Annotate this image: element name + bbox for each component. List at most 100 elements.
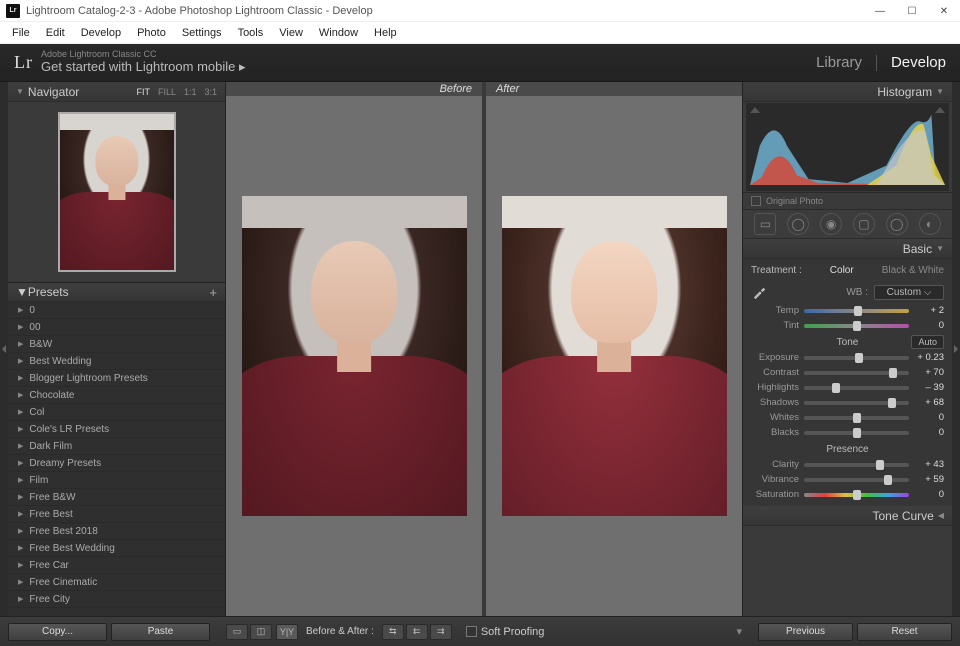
preset-folder[interactable]: ▶Film (8, 472, 225, 489)
blacks-track[interactable] (804, 431, 909, 435)
menu-tools[interactable]: Tools (230, 25, 272, 41)
nav-mode-11[interactable]: 1:1 (184, 87, 197, 97)
paste-button[interactable]: Paste (111, 623, 210, 641)
swap-button[interactable]: ⇆ (382, 624, 404, 640)
module-develop[interactable]: Develop (891, 54, 946, 71)
histogram-header[interactable]: Histogram ▼ (743, 82, 952, 102)
menu-file[interactable]: File (4, 25, 38, 41)
exposure-track[interactable] (804, 356, 909, 360)
preset-folder[interactable]: ▶Free Car (8, 557, 225, 574)
copy-button[interactable]: Copy... (8, 623, 107, 641)
preset-folder[interactable]: ▶Free City (8, 591, 225, 608)
menu-edit[interactable]: Edit (38, 25, 73, 41)
copy-after-button[interactable]: ⇉ (430, 624, 452, 640)
after-image-area[interactable] (486, 96, 742, 616)
left-edge-grip[interactable] (0, 82, 8, 616)
temp-track[interactable] (804, 309, 909, 313)
tonecurve-header[interactable]: Tone Curve ◀ (743, 506, 952, 526)
minimize-button[interactable]: — (864, 0, 896, 22)
treatment-bw[interactable]: Black & White (882, 265, 944, 276)
slider-thumb[interactable] (853, 490, 861, 500)
slider-thumb[interactable] (855, 353, 863, 363)
nav-mode-fill[interactable]: FILL (158, 87, 176, 97)
navigator-thumbnail[interactable] (58, 112, 176, 272)
highlights-track[interactable] (804, 386, 909, 390)
nav-mode-31[interactable]: 3:1 (204, 87, 217, 97)
reset-button[interactable]: Reset (857, 623, 952, 641)
checkbox-icon[interactable] (751, 196, 761, 206)
preset-folder[interactable]: ▶B&W (8, 336, 225, 353)
grad-tool[interactable]: ▢ (853, 213, 875, 235)
highlights-slider[interactable]: Highlights– 39 (751, 380, 944, 395)
temp-slider[interactable]: Temp+ 2 (751, 303, 944, 318)
toolbar-menu-icon[interactable]: ▾ (736, 625, 742, 638)
preset-folder[interactable]: ▶Free B&W (8, 489, 225, 506)
wb-dropdown[interactable]: Custom ⌵ (874, 285, 944, 300)
whites-slider[interactable]: Whites0 (751, 410, 944, 425)
slider-thumb[interactable] (884, 475, 892, 485)
soft-proofing-toggle[interactable]: Soft Proofing (466, 626, 545, 638)
preset-folder[interactable]: ▶Free Best (8, 506, 225, 523)
preset-folder[interactable]: ▶0 (8, 302, 225, 319)
treatment-color[interactable]: Color (830, 265, 854, 276)
saturation-slider[interactable]: Saturation0 (751, 487, 944, 502)
slider-thumb[interactable] (853, 321, 861, 331)
preset-folder[interactable]: ▶00 (8, 319, 225, 336)
brush-tool[interactable]: ◐ (919, 213, 941, 235)
preset-folder[interactable]: ▶Dreamy Presets (8, 455, 225, 472)
shadows-track[interactable] (804, 401, 909, 405)
menu-view[interactable]: View (271, 25, 311, 41)
before-after-lr-button[interactable]: Y|Y (276, 624, 298, 640)
spot-tool[interactable]: ◯ (787, 213, 809, 235)
vibrance-slider[interactable]: Vibrance+ 59 (751, 472, 944, 487)
slider-thumb[interactable] (853, 428, 861, 438)
preset-folder[interactable]: ▶Cole's LR Presets (8, 421, 225, 438)
preset-folder[interactable]: ▶Best Wedding (8, 353, 225, 370)
copy-before-button[interactable]: ⇇ (406, 624, 428, 640)
histogram[interactable] (746, 103, 949, 191)
close-button[interactable]: ✕ (928, 0, 960, 22)
shadow-clip-icon[interactable] (750, 107, 760, 113)
blacks-slider[interactable]: Blacks0 (751, 425, 944, 440)
slider-thumb[interactable] (832, 383, 840, 393)
contrast-track[interactable] (804, 371, 909, 375)
original-photo-toggle[interactable]: Original Photo (743, 192, 952, 209)
presets-header[interactable]: ▼ Presets + (8, 282, 225, 302)
radial-tool[interactable]: ◯ (886, 213, 908, 235)
preset-folder[interactable]: ▶Free Best Wedding (8, 540, 225, 557)
tint-slider[interactable]: Tint0 (751, 318, 944, 333)
compare-view-button[interactable]: ◫ (250, 624, 272, 640)
highlight-clip-icon[interactable] (935, 107, 945, 113)
saturation-track[interactable] (804, 493, 909, 497)
clarity-slider[interactable]: Clarity+ 43 (751, 457, 944, 472)
redeye-tool[interactable]: ◉ (820, 213, 842, 235)
maximize-button[interactable]: ☐ (896, 0, 928, 22)
slider-thumb[interactable] (888, 398, 896, 408)
module-library[interactable]: Library (816, 54, 862, 71)
shadows-slider[interactable]: Shadows+ 68 (751, 395, 944, 410)
clarity-track[interactable] (804, 463, 909, 467)
preset-folder[interactable]: ▶Dark Film (8, 438, 225, 455)
auto-button[interactable]: Auto (911, 335, 944, 349)
preset-folder[interactable]: ▶Free Best 2018 (8, 523, 225, 540)
before-image-area[interactable] (226, 96, 482, 616)
preset-folder[interactable]: ▶Free Cinematic (8, 574, 225, 591)
slider-thumb[interactable] (853, 413, 861, 423)
preset-folder[interactable]: ▶Blogger Lightroom Presets (8, 370, 225, 387)
right-edge-grip[interactable] (952, 82, 960, 616)
crop-tool[interactable]: ▭ (754, 213, 776, 235)
contrast-slider[interactable]: Contrast+ 70 (751, 365, 944, 380)
mobile-link[interactable]: Get started with Lightroom mobile ▸ (41, 60, 246, 74)
tint-track[interactable] (804, 324, 909, 328)
whites-track[interactable] (804, 416, 909, 420)
exposure-slider[interactable]: Exposure+ 0.23 (751, 350, 944, 365)
basic-header[interactable]: Basic ▼ (743, 239, 952, 259)
slider-thumb[interactable] (854, 306, 862, 316)
menu-settings[interactable]: Settings (174, 25, 230, 41)
checkbox-icon[interactable] (466, 626, 477, 637)
navigator-header[interactable]: ▼ Navigator FITFILL1:13:1 (8, 82, 225, 102)
slider-thumb[interactable] (889, 368, 897, 378)
menu-photo[interactable]: Photo (129, 25, 174, 41)
add-preset-button[interactable]: + (209, 285, 217, 300)
preset-folder[interactable]: ▶Col (8, 404, 225, 421)
